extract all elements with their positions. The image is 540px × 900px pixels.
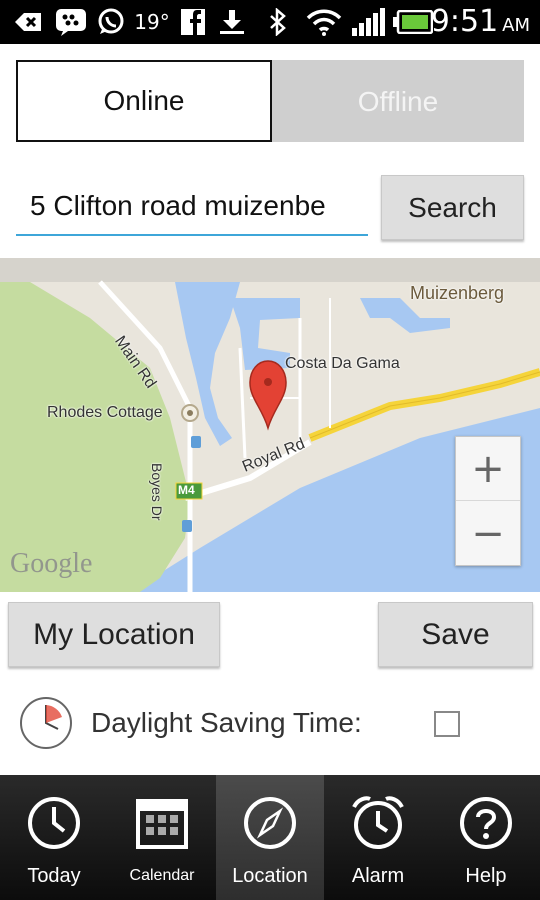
calendar-icon: [136, 799, 188, 849]
nav-label-today: Today: [27, 865, 81, 887]
nav-item-location[interactable]: Location: [216, 775, 324, 900]
download-icon: [218, 8, 246, 36]
status-bar: 19° 9:51 AM: [0, 0, 540, 44]
nav-item-help[interactable]: Help: [432, 775, 540, 900]
nav-item-today[interactable]: Today: [0, 775, 108, 900]
zoom-controls: + −: [455, 436, 521, 566]
bbm-icon: [54, 8, 88, 36]
alarm-clock-icon: [352, 796, 404, 849]
battery-icon: [392, 8, 434, 36]
mode-toggle: Online Offline: [16, 60, 524, 142]
signal-icon: [350, 8, 386, 36]
wifi-icon: [304, 8, 344, 36]
clock-icon: [18, 695, 74, 755]
search-button[interactable]: Search: [381, 175, 524, 240]
map-label-costa-da-gama: Costa Da Gama: [285, 355, 400, 372]
zoom-in-button[interactable]: +: [456, 437, 520, 501]
google-logo: Google: [10, 548, 93, 579]
online-button[interactable]: Online: [16, 60, 272, 142]
nav-label-location: Location: [232, 865, 308, 887]
map-label-rhodes-cottage: Rhodes Cottage: [47, 404, 163, 421]
my-location-button[interactable]: My Location: [8, 602, 220, 667]
nav-item-calendar[interactable]: Calendar: [108, 775, 216, 900]
map-label-m4: M4: [178, 483, 195, 497]
clock-time: 9:51 AM: [430, 4, 530, 39]
dst-checkbox[interactable]: [434, 711, 460, 737]
address-search-value: 5 Clifton road muizenbe: [30, 190, 326, 221]
facebook-icon: [180, 8, 206, 36]
map-label-muizenberg: Muizenberg: [410, 283, 505, 303]
nav-label-calendar: Calendar: [129, 867, 195, 884]
back-arrow-icon: [12, 8, 44, 36]
bottom-nav: Today Calendar Location Alarm Help: [0, 775, 540, 900]
map-label-boyes-dr: Boyes Dr: [149, 463, 165, 521]
nav-label-help: Help: [465, 865, 507, 887]
temperature-text: 19°: [134, 10, 170, 34]
help-icon: [460, 797, 512, 849]
clock-icon: [28, 797, 80, 849]
bluetooth-icon: [266, 8, 290, 36]
whatsapp-icon: [96, 8, 126, 36]
zoom-out-button[interactable]: −: [456, 502, 520, 566]
map-view[interactable]: Muizenberg Main Rd Costa Da Gama Rhodes …: [0, 258, 540, 592]
dst-row: Daylight Saving Time:: [18, 695, 528, 755]
save-button[interactable]: Save: [378, 602, 533, 667]
address-search-input[interactable]: 5 Clifton road muizenbe: [16, 180, 368, 236]
compass-icon: [244, 797, 296, 849]
dst-label: Daylight Saving Time:: [91, 707, 362, 738]
nav-label-alarm: Alarm: [351, 865, 405, 887]
offline-button[interactable]: Offline: [272, 60, 524, 142]
nav-item-alarm[interactable]: Alarm: [324, 775, 432, 900]
